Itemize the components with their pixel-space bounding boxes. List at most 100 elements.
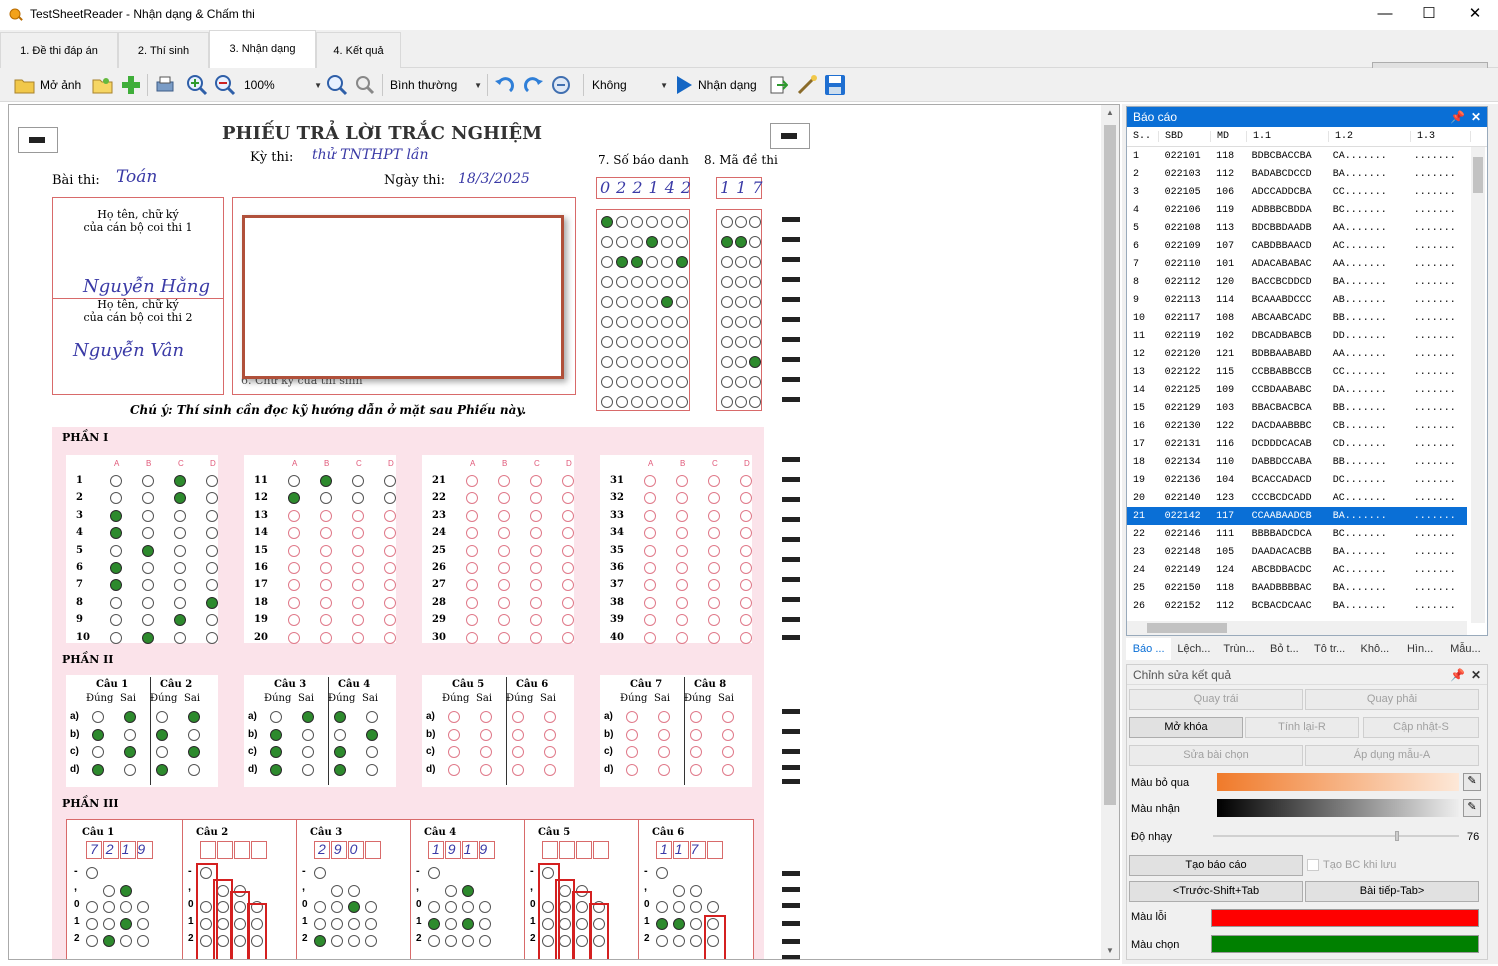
pin-icon[interactable]: 📌 (1450, 107, 1465, 127)
report-tab[interactable]: Tô tr... (1307, 638, 1353, 660)
close-panel-icon[interactable]: ✕ (1471, 107, 1481, 127)
report-vscroll[interactable] (1471, 147, 1485, 623)
report-tab[interactable]: Trùn... (1216, 638, 1262, 660)
report-row[interactable]: 13 022122 115 CCBBABBCCB CC.............. (1127, 363, 1467, 381)
report-row[interactable]: 9 022113 114 BCAAABDCCC AB.............. (1127, 291, 1467, 309)
create-on-save-checkbox[interactable] (1307, 859, 1319, 871)
report-tab[interactable]: Bỏ t... (1261, 638, 1307, 660)
zoom-in-button[interactable] (186, 73, 208, 97)
export-button[interactable] (768, 73, 788, 97)
tools-button[interactable] (796, 73, 818, 97)
maximize-button[interactable]: ☐ (1406, 0, 1452, 30)
filter-dropdown[interactable]: Không ▼ (592, 74, 668, 96)
report-row[interactable]: 10 022117 108 ABCAABCADC BB.............. (1127, 309, 1467, 327)
report-row[interactable]: 1 022101 118 BDBCBACCBA CA.............. (1127, 147, 1467, 165)
report-row[interactable]: 12 022120 121 BDBBAABABD AA.............. (1127, 345, 1467, 363)
print-button[interactable] (154, 73, 176, 97)
report-row[interactable]: 17 022131 116 DCDDDCACAB CD.............. (1127, 435, 1467, 453)
sbd-bubble (616, 236, 628, 248)
skip-color-gradient[interactable] (1217, 773, 1459, 791)
prev-button[interactable]: <Trước-Shift+Tab (1129, 881, 1303, 902)
select-color-swatch[interactable] (1211, 935, 1479, 953)
create-report-button[interactable]: Tạo báo cáo (1129, 855, 1303, 876)
undo-button[interactable] (494, 73, 516, 97)
report-tab[interactable]: Khô... (1352, 638, 1398, 660)
minimize-button[interactable]: — (1362, 0, 1408, 30)
report-tab[interactable]: Báo ... (1126, 638, 1172, 660)
report-row[interactable]: 7 022110 101 ADACABABAC AA.............. (1127, 255, 1467, 273)
redo-button[interactable] (522, 73, 544, 97)
report-row[interactable]: 2 022103 112 BADABCDCCD BA.............. (1127, 165, 1467, 183)
edit-selected-button[interactable]: Sửa bài chọn (1129, 745, 1303, 766)
zoom-reset-button[interactable] (354, 73, 376, 97)
report-row[interactable]: 11 022119 102 DBCADBABCB DD.............. (1127, 327, 1467, 345)
report-row[interactable]: 15 022129 103 BBACBACBCA BB.............. (1127, 399, 1467, 417)
zoom-dropdown[interactable]: 100% ▼ (244, 74, 322, 96)
report-cell: 109 (1216, 384, 1235, 396)
report-row[interactable]: 3 022105 106 ADCCADDCBA CC.............. (1127, 183, 1467, 201)
report-tab[interactable]: Lệch... (1171, 638, 1217, 660)
display-mode-dropdown[interactable]: Bình thường ▼ (390, 74, 482, 96)
rotate-right-button[interactable]: Quay phải (1305, 689, 1479, 710)
recalc-button[interactable]: Tính lại-R (1245, 717, 1359, 738)
tab-recognition[interactable]: 3. Nhận dạng (209, 30, 316, 69)
save-icon-button[interactable] (824, 73, 846, 97)
column-header[interactable]: 1.2 (1329, 131, 1411, 142)
scroll-thumb[interactable] (1104, 125, 1116, 805)
report-row[interactable]: 21 022142 117 CCAABAADCB BA.............. (1127, 507, 1467, 525)
close-button[interactable]: ✕ (1452, 0, 1498, 30)
column-header[interactable]: SBD (1159, 131, 1211, 142)
report-row[interactable]: 14 022125 109 CCBDAABABC DA.............. (1127, 381, 1467, 399)
report-row[interactable]: 18 022134 110 DABBDCCABA BB.............. (1127, 453, 1467, 471)
chevron-down-icon: ▼ (474, 80, 482, 90)
report-row[interactable]: 6 022109 107 CABDBBAACD AC.............. (1127, 237, 1467, 255)
tab-answer-key[interactable]: 1. Đề thi đáp án (0, 32, 118, 68)
unlock-button[interactable]: Mở khóa (1129, 717, 1243, 738)
report-row[interactable]: 23 022148 105 DAADACACBB BA.............. (1127, 543, 1467, 561)
open-folder-button[interactable] (92, 73, 114, 97)
pin-icon[interactable]: 📌 (1450, 665, 1465, 685)
report-row[interactable]: 22 022146 111 BBBBADCDCA BC.............. (1127, 525, 1467, 543)
zoom-out-button[interactable] (214, 73, 236, 97)
eyedropper-icon[interactable]: ✎ (1463, 799, 1481, 817)
column-header[interactable]: S.. (1127, 131, 1159, 142)
refresh-button[interactable] (550, 73, 572, 97)
canvas-scrollbar[interactable]: ▲ ▼ (1101, 105, 1119, 959)
sensitivity-slider[interactable] (1213, 829, 1459, 843)
report-row[interactable]: 24 022149 124 ABCBDBACDC AC.............. (1127, 561, 1467, 579)
report-row[interactable]: 20 022140 123 CCCBCDCADD AC.............. (1127, 489, 1467, 507)
column-header[interactable]: 1.3 (1411, 131, 1471, 142)
add-button[interactable] (120, 73, 142, 97)
scroll-down-icon[interactable]: ▼ (1101, 946, 1119, 955)
apply-template-button[interactable]: Áp dụng mẫu-A (1305, 745, 1479, 766)
zoom-fit-button[interactable] (326, 73, 348, 97)
eyedropper-icon[interactable]: ✎ (1463, 773, 1481, 791)
recv-color-gradient[interactable] (1217, 799, 1459, 817)
open-image-button[interactable]: Mở ảnh (14, 73, 81, 97)
report-row[interactable]: 25 022150 118 BAADBBBBAC BA.............. (1127, 579, 1467, 597)
update-button[interactable]: Cập nhật-S (1363, 717, 1479, 738)
tab-candidates[interactable]: 2. Thí sinh (118, 32, 209, 68)
column-header[interactable]: 1.1 (1247, 131, 1329, 142)
timing-mark (782, 597, 800, 602)
rotate-left-button[interactable]: Quay trái (1129, 689, 1303, 710)
report-row[interactable]: 26 022152 112 BCBACDCAAC BA.............. (1127, 597, 1467, 615)
next-button[interactable]: Bài tiếp-Tab> (1305, 881, 1479, 902)
recognize-button[interactable]: Nhận dạng (674, 73, 757, 97)
column-header[interactable]: MD (1211, 131, 1247, 142)
report-tab[interactable]: Hìn... (1397, 638, 1443, 660)
privacy-mask (242, 215, 564, 379)
close-panel-icon[interactable]: ✕ (1471, 665, 1481, 685)
digit-bubble (656, 935, 668, 947)
image-canvas[interactable]: PHIẾU TRẢ LỜI TRẮC NGHIỆM Kỳ thi: thử TN… (8, 104, 1120, 960)
report-row[interactable]: 5 022108 113 BDCBBDAADB AA.............. (1127, 219, 1467, 237)
error-color-swatch[interactable] (1211, 909, 1479, 927)
scroll-up-icon[interactable]: ▲ (1101, 108, 1119, 117)
report-tab[interactable]: Mẫu... (1442, 638, 1488, 660)
report-row[interactable]: 4 022106 119 ADBBBCBDDA BC.............. (1127, 201, 1467, 219)
report-hscroll[interactable] (1127, 621, 1467, 635)
report-row[interactable]: 8 022112 120 BACCBCDDCD BA.............. (1127, 273, 1467, 291)
report-row[interactable]: 19 022136 104 BCACCADACD DC.............. (1127, 471, 1467, 489)
report-row[interactable]: 16 022130 122 DACDAABBBC CB.............. (1127, 417, 1467, 435)
tab-results[interactable]: 4. Kết quả (316, 32, 401, 68)
